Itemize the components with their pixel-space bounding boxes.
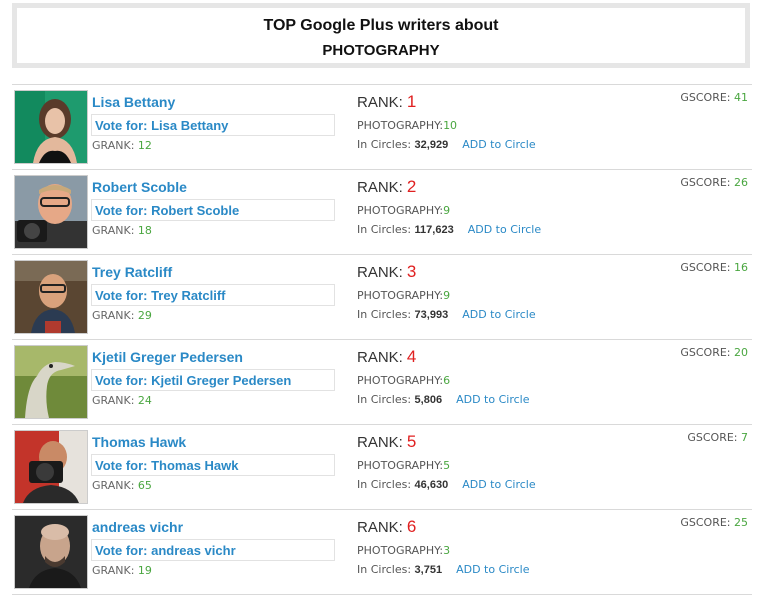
grank: GRANK: 24 [92, 394, 152, 407]
writer-row: Trey Ratcliff Vote for: Trey Ratcliff GR… [12, 255, 752, 340]
vote-button[interactable]: Vote for: Robert Scoble [91, 199, 335, 221]
gscore: GSCORE: 7 [687, 431, 748, 444]
in-circles: In Circles: 5,806 ADD to Circle [357, 393, 530, 406]
category-score: PHOTOGRAPHY:3 [357, 544, 451, 557]
vote-button[interactable]: Vote for: Trey Ratcliff [91, 284, 335, 306]
writer-row: Thomas Hawk Vote for: Thomas Hawk GRANK:… [12, 425, 752, 510]
avatar-photo [15, 176, 87, 248]
gscore: GSCORE: 16 [680, 261, 748, 274]
add-to-circle-link[interactable]: ADD to Circle [462, 308, 535, 321]
avatar[interactable] [14, 515, 88, 589]
rank: RANK: 1 [357, 92, 417, 111]
grank: GRANK: 65 [92, 479, 152, 492]
vote-button[interactable]: Vote for: andreas vichr [91, 539, 335, 561]
add-to-circle-link[interactable]: ADD to Circle [456, 563, 529, 576]
page-subtitle: PHOTOGRAPHY [322, 42, 440, 59]
vote-button[interactable]: Vote for: Kjetil Greger Pedersen [91, 369, 335, 391]
rank: RANK: 4 [357, 347, 417, 366]
rank: RANK: 3 [357, 262, 417, 281]
add-to-circle-link[interactable]: ADD to Circle [462, 478, 535, 491]
category-score: PHOTOGRAPHY:9 [357, 289, 451, 302]
rank: RANK: 6 [357, 517, 417, 536]
writer-row: Lisa Bettany Vote for: Lisa Bettany GRAN… [12, 84, 752, 170]
in-circles: In Circles: 46,630 ADD to Circle [357, 478, 536, 491]
avatar[interactable] [14, 430, 88, 504]
category-score: PHOTOGRAPHY:6 [357, 374, 451, 387]
add-to-circle-link[interactable]: ADD to Circle [462, 138, 535, 151]
avatar-photo [15, 91, 87, 163]
category-score: PHOTOGRAPHY:5 [357, 459, 451, 472]
avatar-photo [15, 431, 87, 503]
writer-name[interactable]: Robert Scoble [92, 179, 187, 195]
category-score: PHOTOGRAPHY:9 [357, 204, 451, 217]
writers-list: Lisa Bettany Vote for: Lisa Bettany GRAN… [12, 84, 752, 595]
writer-name[interactable]: Lisa Bettany [92, 94, 175, 110]
writer-row: andreas vichr Vote for: andreas vichr GR… [12, 510, 752, 595]
gscore: GSCORE: 41 [680, 91, 748, 104]
grank: GRANK: 12 [92, 139, 152, 152]
in-circles: In Circles: 117,623 ADD to Circle [357, 223, 542, 236]
page-header: TOP Google Plus writers about PHOTOGRAPH… [12, 3, 750, 68]
gscore: GSCORE: 26 [680, 176, 748, 189]
grank: GRANK: 29 [92, 309, 152, 322]
gscore: GSCORE: 25 [680, 516, 748, 529]
writer-row: Kjetil Greger Pedersen Vote for: Kjetil … [12, 340, 752, 425]
add-to-circle-link[interactable]: ADD to Circle [456, 393, 529, 406]
writer-row: Robert Scoble Vote for: Robert Scoble GR… [12, 170, 752, 255]
vote-button[interactable]: Vote for: Lisa Bettany [91, 114, 335, 136]
vote-button[interactable]: Vote for: Thomas Hawk [91, 454, 335, 476]
add-to-circle-link[interactable]: ADD to Circle [468, 223, 541, 236]
avatar[interactable] [14, 90, 88, 164]
avatar-photo [15, 346, 87, 418]
in-circles: In Circles: 32,929 ADD to Circle [357, 138, 536, 151]
page-title: TOP Google Plus writers about [263, 17, 499, 34]
grank: GRANK: 18 [92, 224, 152, 237]
writer-name[interactable]: andreas vichr [92, 519, 183, 535]
grank: GRANK: 19 [92, 564, 152, 577]
writer-name[interactable]: Kjetil Greger Pedersen [92, 349, 243, 365]
in-circles: In Circles: 73,993 ADD to Circle [357, 308, 536, 321]
gscore: GSCORE: 20 [680, 346, 748, 359]
in-circles: In Circles: 3,751 ADD to Circle [357, 563, 530, 576]
avatar[interactable] [14, 260, 88, 334]
avatar[interactable] [14, 345, 88, 419]
category-score: PHOTOGRAPHY:10 [357, 119, 458, 132]
avatar-photo [15, 261, 87, 333]
writer-name[interactable]: Trey Ratcliff [92, 264, 172, 280]
rank: RANK: 2 [357, 177, 417, 196]
avatar[interactable] [14, 175, 88, 249]
writer-name[interactable]: Thomas Hawk [92, 434, 186, 450]
rank: RANK: 5 [357, 432, 417, 451]
avatar-photo [15, 516, 87, 588]
